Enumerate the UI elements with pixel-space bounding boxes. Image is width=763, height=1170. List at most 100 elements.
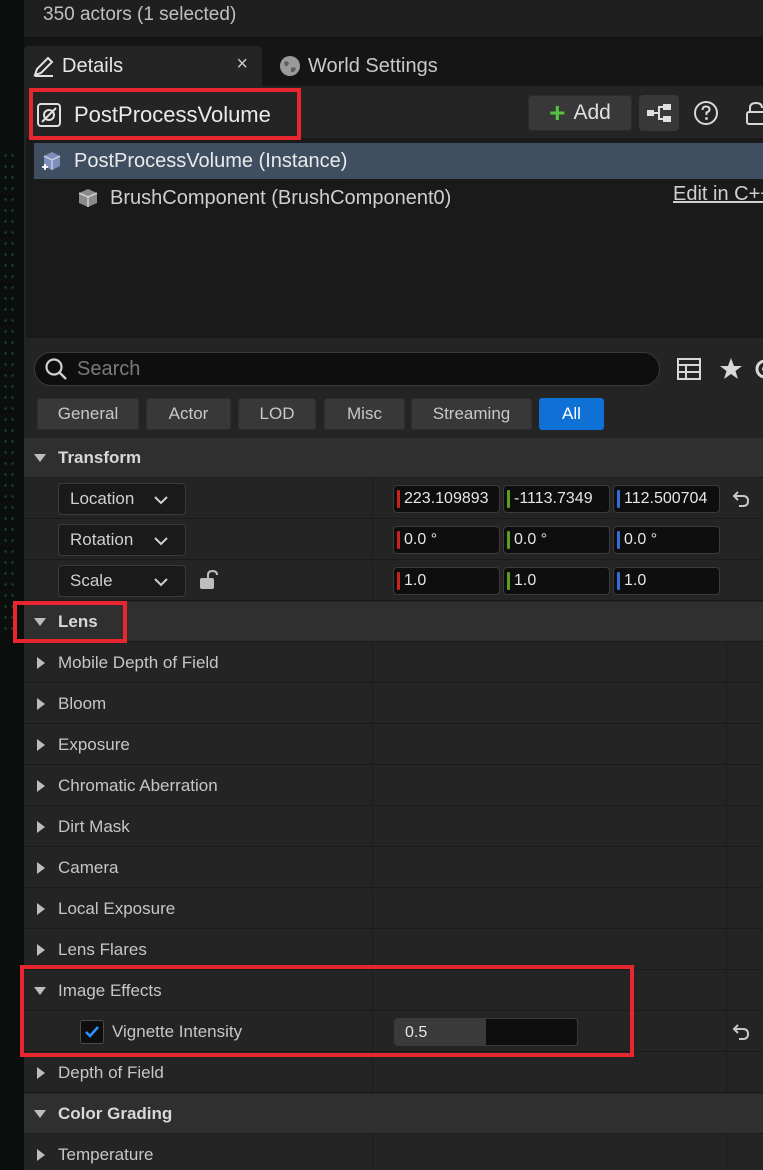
filter-all[interactable]: All	[539, 398, 604, 430]
column-divider	[726, 1135, 727, 1170]
group-label: Lens Flares	[58, 940, 147, 959]
y-axis-marker	[507, 490, 510, 508]
collapsed-arrow-icon	[37, 698, 45, 710]
column-divider	[372, 725, 373, 765]
collapsed-arrow-icon	[37, 739, 45, 751]
collapsed-arrow-icon	[37, 862, 45, 874]
column-divider	[726, 643, 727, 683]
viewport-dots	[2, 150, 16, 630]
group-label: Image Effects	[58, 981, 162, 1000]
lock-icon[interactable]	[744, 100, 763, 126]
table-view-icon[interactable]	[676, 356, 702, 382]
group-temperature[interactable]: Temperature	[24, 1135, 763, 1170]
collapsed-arrow-icon	[37, 1067, 45, 1079]
location-dropdown[interactable]: Location	[58, 483, 186, 515]
category-transform[interactable]: Transform	[24, 438, 763, 478]
scale-dropdown[interactable]: Scale	[58, 565, 186, 597]
expanded-arrow-icon	[34, 454, 46, 462]
collapsed-arrow-icon	[37, 944, 45, 956]
x-axis-marker	[397, 531, 400, 549]
edit-in-cpp-link[interactable]: Edit in C++	[673, 183, 763, 206]
group-camera[interactable]: Camera	[24, 848, 763, 888]
group-image-effects[interactable]: Image Effects	[24, 971, 763, 1011]
filter-misc[interactable]: Misc	[324, 398, 405, 430]
column-divider	[372, 561, 373, 601]
component-row-instance[interactable]: PostProcessVolume (Instance)	[34, 143, 763, 179]
help-icon[interactable]	[692, 99, 720, 127]
tab-details[interactable]: Details ×	[24, 46, 262, 86]
group-depth-of-field[interactable]: Depth of Field	[24, 1053, 763, 1093]
column-divider	[726, 684, 727, 724]
group-label: Bloom	[58, 694, 107, 713]
column-divider	[372, 1135, 373, 1170]
group-dirt-mask[interactable]: Dirt Mask	[24, 807, 763, 847]
rotation-y-field[interactable]: 0.0 °	[503, 526, 610, 554]
scale-row: Scale 1.0 1.0 1.0	[24, 561, 763, 601]
location-row: Location 223.109893 -1113.7349 112.50070…	[24, 479, 763, 519]
group-label: Dirt Mask	[58, 817, 130, 836]
post-process-volume-icon	[37, 103, 61, 127]
component-row-brush[interactable]: BrushComponent (BrushComponent0)	[76, 183, 451, 213]
group-chromatic-aberration[interactable]: Chromatic Aberration	[24, 766, 763, 806]
group-lens-flares[interactable]: Lens Flares	[24, 930, 763, 970]
reset-arrow-icon[interactable]	[730, 489, 750, 509]
rotation-y-value: 0.0 °	[514, 531, 548, 548]
add-component-button[interactable]: + Add	[528, 95, 632, 131]
rotation-dropdown[interactable]: Rotation	[58, 524, 186, 556]
tab-world-settings[interactable]: World Settings	[270, 46, 490, 86]
location-z-field[interactable]: 112.500704	[613, 485, 720, 513]
column-divider	[372, 520, 373, 560]
column-divider	[372, 848, 373, 888]
group-exposure[interactable]: Exposure	[24, 725, 763, 765]
group-local-exposure[interactable]: Local Exposure	[24, 889, 763, 929]
search-box[interactable]	[34, 352, 660, 386]
unlock-icon[interactable]	[198, 569, 220, 591]
expanded-arrow-icon	[34, 618, 46, 626]
vignette-intensity-row: Vignette Intensity 0.5	[24, 1012, 763, 1052]
scale-y-field[interactable]: 1.0	[503, 567, 610, 595]
x-axis-marker	[397, 572, 400, 590]
close-icon[interactable]: ×	[236, 53, 248, 76]
location-x-field[interactable]: 223.109893	[393, 485, 500, 513]
column-divider	[726, 807, 727, 847]
vignette-override-checkbox[interactable]	[80, 1020, 104, 1044]
blueprint-button[interactable]	[639, 95, 679, 131]
group-bloom[interactable]: Bloom	[24, 684, 763, 724]
settings-gear-icon[interactable]	[753, 356, 763, 382]
location-y-field[interactable]: -1113.7349	[503, 485, 610, 513]
category-lens[interactable]: Lens	[24, 602, 763, 642]
group-label: Local Exposure	[58, 899, 176, 918]
globe-icon	[278, 54, 302, 78]
rotation-label: Rotation	[70, 530, 134, 549]
actor-header: PostProcessVolume + Add	[24, 86, 763, 142]
search-input[interactable]	[77, 357, 617, 381]
filter-actor[interactable]: Actor	[146, 398, 231, 430]
scale-label: Scale	[70, 571, 113, 590]
star-icon[interactable]	[718, 356, 744, 382]
filter-lod[interactable]: LOD	[238, 398, 316, 430]
scale-x-field[interactable]: 1.0	[393, 567, 500, 595]
pencil-icon	[32, 54, 56, 78]
z-axis-marker	[617, 490, 620, 508]
group-mobile-depth-of-field[interactable]: Mobile Depth of Field	[24, 643, 763, 683]
tab-details-label: Details	[62, 54, 124, 77]
collapsed-arrow-icon	[37, 821, 45, 833]
reset-arrow-icon[interactable]	[730, 1022, 750, 1042]
location-y-value: -1113.7349	[514, 490, 593, 507]
column-divider	[726, 766, 727, 806]
category-color-grading[interactable]: Color Grading	[24, 1094, 763, 1134]
scale-z-field[interactable]: 1.0	[613, 567, 720, 595]
filter-general[interactable]: General	[37, 398, 139, 430]
hierarchy-icon	[647, 104, 671, 122]
filter-streaming[interactable]: Streaming	[411, 398, 532, 430]
scale-z-value: 1.0	[624, 572, 647, 589]
rotation-z-value: 0.0 °	[624, 531, 658, 548]
rotation-z-field[interactable]: 0.0 °	[613, 526, 720, 554]
group-label: Exposure	[58, 735, 130, 754]
outliner-footer: 350 actors (1 selected)	[24, 0, 763, 38]
vignette-intensity-slider[interactable]: 0.5	[394, 1018, 578, 1046]
y-axis-marker	[507, 572, 510, 590]
group-label: Temperature	[58, 1145, 154, 1164]
rotation-x-field[interactable]: 0.0 °	[393, 526, 500, 554]
group-label: Mobile Depth of Field	[58, 653, 219, 672]
